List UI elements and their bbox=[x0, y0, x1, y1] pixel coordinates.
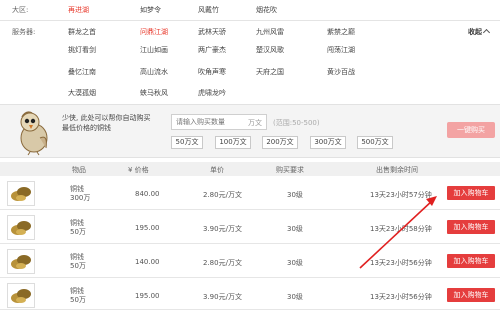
price: 140.00 bbox=[135, 258, 160, 266]
table-row: 铜钱 300万 840.00 2.80元/万文 30级 13天23小时57分钟 加… bbox=[0, 177, 500, 210]
chevron-up-icon bbox=[482, 28, 491, 37]
col-remaining[interactable]: 出售剩余时间 bbox=[376, 165, 418, 175]
server-item[interactable]: 天府之国 bbox=[256, 67, 284, 77]
region-label: 大区: bbox=[12, 6, 29, 14]
server-item[interactable]: 挑灯看剑 bbox=[68, 45, 96, 55]
price: 195.00 bbox=[135, 292, 160, 300]
server-item[interactable]: 虎啸龙吟 bbox=[198, 88, 226, 98]
unit-price: 3.90元/万文 bbox=[203, 225, 242, 233]
collapse-label: 收起 bbox=[468, 28, 482, 36]
table-row: 铜钱 50万 195.00 3.90元/万文 30级 13天23小时56分钟 加入… bbox=[0, 279, 500, 310]
server-item[interactable]: 叠忆江南 bbox=[68, 67, 96, 77]
quick-qty-button[interactable]: 200万文 bbox=[262, 136, 298, 149]
unit-price: 2.80元/万文 bbox=[203, 191, 242, 199]
bird-mascot-icon bbox=[20, 111, 48, 156]
quick-qty-button[interactable]: 100万文 bbox=[215, 136, 251, 149]
server-item-active[interactable]: 问鼎江湖 bbox=[140, 27, 168, 37]
remaining-time: 13天23小时56分钟 bbox=[370, 293, 432, 301]
col-requirement: 购买要求 bbox=[276, 166, 304, 174]
col-price[interactable]: ¥ 价格 bbox=[128, 165, 149, 175]
unit-price: 3.90元/万文 bbox=[203, 293, 242, 301]
server-item[interactable]: 大漠孤烟 bbox=[68, 88, 96, 98]
item-name: 铜钱 50万 bbox=[70, 253, 86, 270]
server-item[interactable]: 武林天骄 bbox=[198, 27, 226, 37]
remaining-time: 13天23小时58分钟 bbox=[370, 225, 432, 233]
copper-coins-icon bbox=[7, 283, 35, 308]
server-item[interactable]: 楚汉风歌 bbox=[256, 45, 284, 55]
quantity-range-hint: (范围:50-500) bbox=[273, 119, 320, 127]
server-filter-panel: 大区: 再进湖 如梦令 风戴竹 烟花吹 服务器: 群龙之首 问鼎江湖 武林天骄 … bbox=[0, 0, 500, 102]
server-item[interactable]: 吹角声寒 bbox=[198, 67, 226, 77]
quick-qty-button[interactable]: 500万文 bbox=[357, 136, 393, 149]
auto-buy-panel: 少侠, 此处可以帮你自动购买最低价格的铜钱 万文 (范围:50-500) 50万… bbox=[0, 104, 500, 158]
region-item-0[interactable]: 再进湖 bbox=[68, 5, 89, 15]
listing-table-header: 物品 ¥ 价格 单价 购买要求 出售剩余时间 bbox=[0, 162, 500, 176]
server-item[interactable]: 蛱马秋风 bbox=[140, 88, 168, 98]
add-to-cart-button[interactable]: 加入购物车 bbox=[447, 254, 495, 268]
server-item[interactable]: 两广豪杰 bbox=[198, 45, 226, 55]
region-row: 大区: 再进湖 如梦令 风戴竹 烟花吹 bbox=[0, 5, 500, 18]
helper-message: 少侠, 此处可以帮你自动购买最低价格的铜钱 bbox=[62, 114, 151, 132]
copper-coins-icon bbox=[7, 215, 35, 240]
unit-price: 2.80元/万文 bbox=[203, 259, 242, 267]
price: 195.00 bbox=[135, 224, 160, 232]
item-name: 铜钱 50万 bbox=[70, 219, 86, 236]
remaining-time: 13天23小时56分钟 bbox=[370, 259, 432, 267]
region-item-2[interactable]: 风戴竹 bbox=[198, 5, 219, 15]
collapse-toggle[interactable]: 收起 bbox=[468, 27, 491, 37]
col-unit-price[interactable]: 单价 bbox=[210, 165, 224, 175]
requirement: 30级 bbox=[287, 293, 303, 301]
region-item-3[interactable]: 烟花吹 bbox=[256, 5, 277, 15]
col-item: 物品 bbox=[72, 166, 86, 174]
server-item[interactable]: 高山流水 bbox=[140, 67, 168, 77]
copper-coins-icon bbox=[7, 249, 35, 274]
requirement: 30级 bbox=[287, 225, 303, 233]
add-to-cart-button[interactable]: 加入购物车 bbox=[447, 288, 495, 302]
quick-qty-button[interactable]: 50万文 bbox=[171, 136, 203, 149]
table-row: 铜钱 50万 140.00 2.80元/万文 30级 13天23小时56分钟 加入… bbox=[0, 245, 500, 278]
add-to-cart-button[interactable]: 加入购物车 bbox=[447, 220, 495, 234]
table-row: 铜钱 50万 195.00 3.90元/万文 30级 13天23小时58分钟 加入… bbox=[0, 211, 500, 244]
price: 840.00 bbox=[135, 190, 160, 198]
region-item-1[interactable]: 如梦令 bbox=[140, 5, 161, 15]
server-label: 服务器: bbox=[12, 28, 36, 36]
server-item[interactable]: 群龙之首 bbox=[68, 27, 96, 37]
server-item[interactable]: 黄沙百战 bbox=[327, 67, 355, 77]
one-click-buy-button[interactable]: 一键购买 bbox=[447, 122, 495, 138]
requirement: 30级 bbox=[287, 259, 303, 267]
remaining-time: 13天23小时57分钟 bbox=[370, 191, 432, 199]
item-name: 铜钱 50万 bbox=[70, 287, 86, 304]
server-item[interactable]: 闯荡江湖 bbox=[327, 45, 355, 55]
server-item[interactable]: 江山如画 bbox=[140, 45, 168, 55]
divider bbox=[0, 20, 500, 21]
requirement: 30级 bbox=[287, 191, 303, 199]
quantity-unit: 万文 bbox=[248, 119, 262, 127]
quick-qty-button[interactable]: 300万文 bbox=[310, 136, 346, 149]
copper-coins-icon bbox=[7, 181, 35, 206]
add-to-cart-button[interactable]: 加入购物车 bbox=[447, 186, 495, 200]
item-name: 铜钱 300万 bbox=[70, 185, 91, 202]
server-item[interactable]: 紫禁之巅 bbox=[327, 27, 355, 37]
server-item[interactable]: 九州风雷 bbox=[256, 27, 284, 37]
